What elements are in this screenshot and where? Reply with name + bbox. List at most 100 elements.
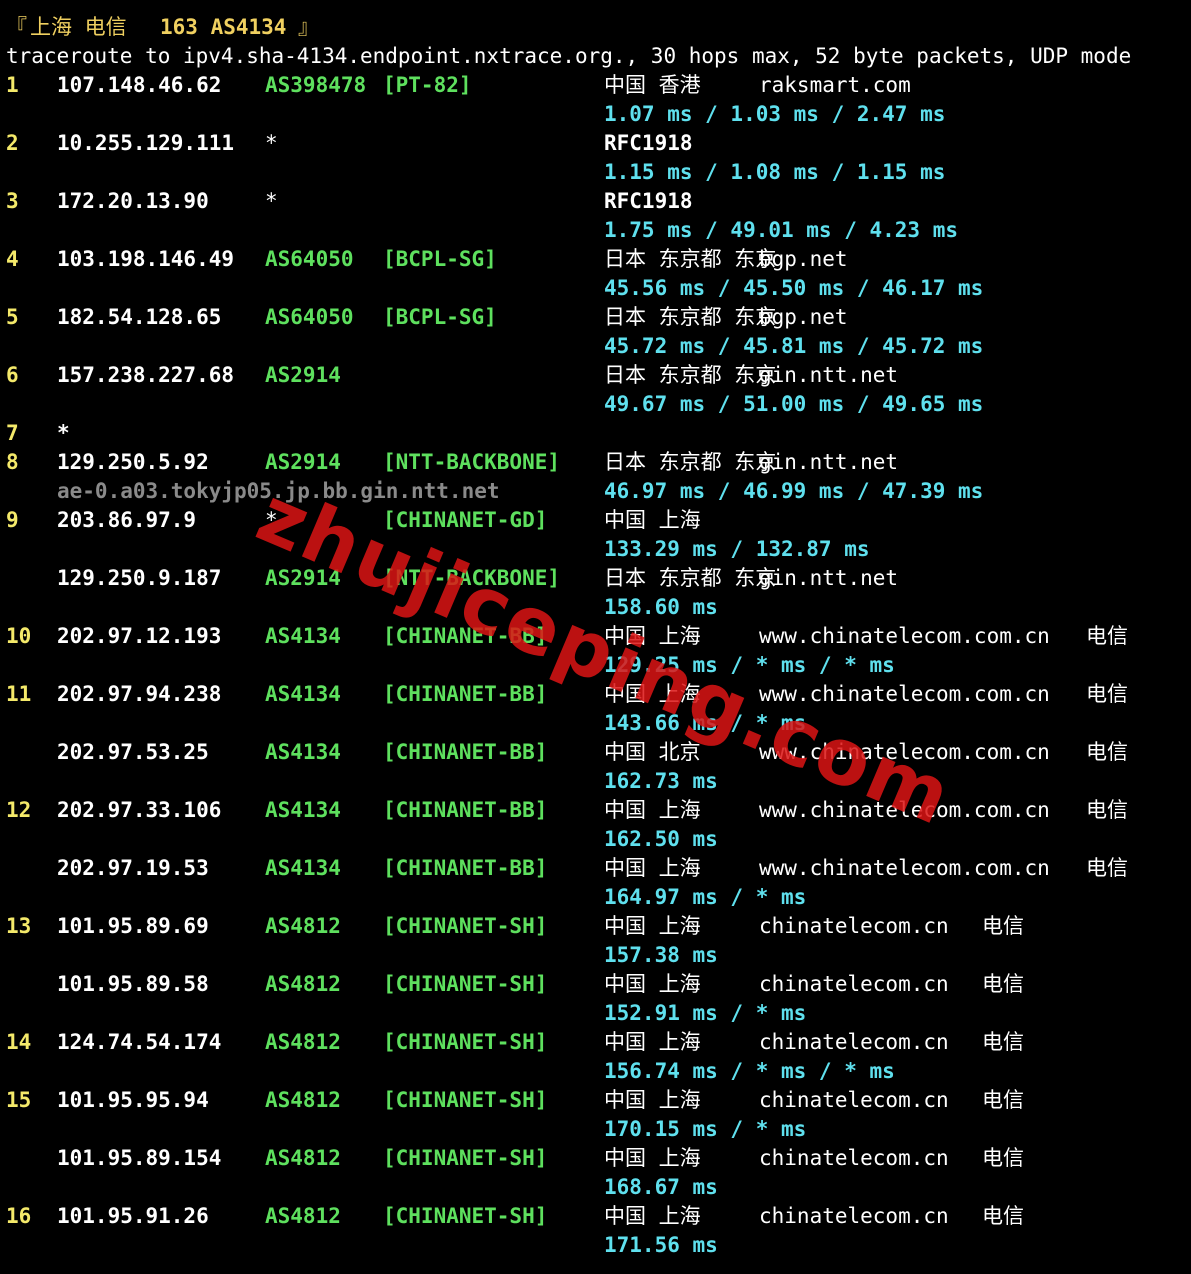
hop-number: 7 bbox=[6, 421, 19, 445]
hop-asn: AS4812 bbox=[265, 914, 341, 938]
hop-domain: chinatelecom.cn bbox=[759, 972, 949, 996]
terminal-window[interactable]: 『 上海 电信 163 AS4134 』 traceroute to ipv4.… bbox=[0, 0, 1191, 1274]
hop-asn: AS2914 bbox=[265, 566, 341, 590]
hop-network: [CHINANET-BB] bbox=[383, 798, 548, 822]
hop-domain: www.chinatelecom.com.cn bbox=[759, 798, 1050, 822]
hop-domain: chinatelecom.cn bbox=[759, 1204, 949, 1228]
hop-ip: 202.97.19.53 bbox=[57, 856, 209, 880]
hop-network: [CHINANET-SH] bbox=[383, 972, 548, 996]
hop-rtt: 143.66 ms / * ms bbox=[604, 711, 807, 735]
hop-geo: 中国 上海 bbox=[604, 856, 701, 880]
hop-isp: 电信 bbox=[982, 914, 1024, 938]
hop-geo: 中国 上海 bbox=[604, 914, 701, 938]
hop-number: 5 bbox=[6, 305, 19, 329]
hop-ip: 101.95.95.94 bbox=[57, 1088, 209, 1112]
hop-domain: chinatelecom.cn bbox=[759, 914, 949, 938]
hop-asn: AS64050 bbox=[265, 247, 354, 271]
hop-geo: 中国 北京 bbox=[604, 740, 701, 764]
hop-geo: 日本 东京都 东京 bbox=[604, 305, 777, 329]
hop-number: 15 bbox=[6, 1088, 32, 1112]
hop-ip: 129.250.5.92 bbox=[57, 450, 209, 474]
hop-rtt: 158.60 ms bbox=[604, 595, 718, 619]
hop-ip: 202.97.33.106 bbox=[57, 798, 222, 822]
hop-network: [CHINANET-BB] bbox=[383, 740, 548, 764]
hop-ip: 10.255.129.111 bbox=[57, 131, 235, 155]
hop-number: 4 bbox=[6, 247, 19, 271]
hop-isp: 电信 bbox=[1086, 856, 1128, 880]
header-line: 『 上海 电信 163 AS4134 』 bbox=[6, 13, 319, 42]
hop-asn: AS4134 bbox=[265, 856, 341, 880]
hop-domain: gin.ntt.net bbox=[759, 450, 899, 474]
hop-domain: bgp.net bbox=[759, 247, 848, 271]
hop-rtt: 156.74 ms / * ms / * ms bbox=[604, 1059, 895, 1083]
hop-network: [BCPL-SG] bbox=[383, 305, 497, 329]
hop-network: [CHINANET-SH] bbox=[383, 914, 548, 938]
hop-ip: 101.95.91.26 bbox=[57, 1204, 209, 1228]
hop-domain: www.chinatelecom.com.cn bbox=[759, 740, 1050, 764]
hop-network: [CHINANET-SH] bbox=[383, 1204, 548, 1228]
hop-ip: 129.250.9.187 bbox=[57, 566, 222, 590]
hop-asn: AS4134 bbox=[265, 624, 341, 648]
hop-geo: 日本 东京都 东京 bbox=[604, 450, 777, 474]
hop-rtt: 162.50 ms bbox=[604, 827, 718, 851]
command-line: traceroute to ipv4.sha-4134.endpoint.nxt… bbox=[6, 44, 1132, 68]
hop-geo: 中国 上海 bbox=[604, 1146, 701, 1170]
hop-domain: www.chinatelecom.com.cn bbox=[759, 624, 1050, 648]
hop-asn: AS2914 bbox=[265, 450, 341, 474]
hop-domain: chinatelecom.cn bbox=[759, 1088, 949, 1112]
hop-isp: 电信 bbox=[1086, 740, 1128, 764]
hop-geo: 日本 东京都 东京 bbox=[604, 566, 777, 590]
hop-number: 12 bbox=[6, 798, 32, 822]
hop-rtt: 1.07 ms / 1.03 ms / 2.47 ms bbox=[604, 102, 946, 126]
hop-ip: 202.97.53.25 bbox=[57, 740, 209, 764]
hop-asn: AS4812 bbox=[265, 1030, 341, 1054]
hop-network: [BCPL-SG] bbox=[383, 247, 497, 271]
hop-network: [CHINANET-SH] bbox=[383, 1088, 548, 1112]
hop-number: 1 bbox=[6, 73, 19, 97]
hop-number: 10 bbox=[6, 624, 32, 648]
hop-number: 14 bbox=[6, 1030, 32, 1054]
hop-domain: chinatelecom.cn bbox=[759, 1030, 949, 1054]
hop-number: 2 bbox=[6, 131, 19, 155]
hop-geo: 中国 上海 bbox=[604, 682, 701, 706]
hop-rtt: 46.97 ms / 46.99 ms / 47.39 ms bbox=[604, 479, 984, 503]
hop-isp: 电信 bbox=[1086, 624, 1128, 648]
hop-geo: 中国 上海 bbox=[604, 972, 701, 996]
hop-network: [NTT-BACKBONE] bbox=[383, 566, 561, 590]
hop-asn: AS64050 bbox=[265, 305, 354, 329]
hop-rtt: 129.25 ms / * ms / * ms bbox=[604, 653, 895, 677]
hop-domain: www.chinatelecom.com.cn bbox=[759, 682, 1050, 706]
hop-ip: 103.198.146.49 bbox=[57, 247, 235, 271]
hop-asn: AS4134 bbox=[265, 798, 341, 822]
header-close-bracket: 』 bbox=[298, 15, 319, 39]
hop-geo: 日本 东京都 东京 bbox=[604, 363, 777, 387]
hop-rtt: 168.67 ms bbox=[604, 1175, 718, 1199]
hop-network: [CHINANET-BB] bbox=[383, 856, 548, 880]
hop-geo: RFC1918 bbox=[604, 131, 693, 155]
hop-network: [CHINANET-BB] bbox=[383, 682, 548, 706]
hop-number: 6 bbox=[6, 363, 19, 387]
header-target: 163 AS4134 bbox=[160, 15, 287, 39]
hop-isp: 电信 bbox=[1086, 682, 1128, 706]
hop-ip: 157.238.227.68 bbox=[57, 363, 235, 387]
hop-ip: 101.95.89.58 bbox=[57, 972, 209, 996]
hop-isp: 电信 bbox=[982, 1146, 1024, 1170]
hop-rtt: 157.38 ms bbox=[604, 943, 718, 967]
hop-isp: 电信 bbox=[982, 1204, 1024, 1228]
hop-asn: AS4134 bbox=[265, 682, 341, 706]
hop-geo: 中国 上海 bbox=[604, 798, 701, 822]
hop-rtt: 1.15 ms / 1.08 ms / 1.15 ms bbox=[604, 160, 946, 184]
hop-rtt: 45.72 ms / 45.81 ms / 45.72 ms bbox=[604, 334, 984, 358]
hop-asn: AS4812 bbox=[265, 1204, 341, 1228]
hop-ip: * bbox=[57, 421, 70, 445]
hop-network: [CHINANET-BB] bbox=[383, 624, 548, 648]
hop-rtt: 1.75 ms / 49.01 ms / 4.23 ms bbox=[604, 218, 959, 242]
hop-geo: 中国 上海 bbox=[604, 624, 701, 648]
hop-domain: chinatelecom.cn bbox=[759, 1146, 949, 1170]
hop-asn: AS4812 bbox=[265, 972, 341, 996]
hop-asn: AS4134 bbox=[265, 740, 341, 764]
hop-rtt: 45.56 ms / 45.50 ms / 46.17 ms bbox=[604, 276, 984, 300]
hop-geo: 中国 上海 bbox=[604, 508, 701, 532]
hop-number: 9 bbox=[6, 508, 19, 532]
header-open-bracket: 『 bbox=[6, 15, 27, 39]
